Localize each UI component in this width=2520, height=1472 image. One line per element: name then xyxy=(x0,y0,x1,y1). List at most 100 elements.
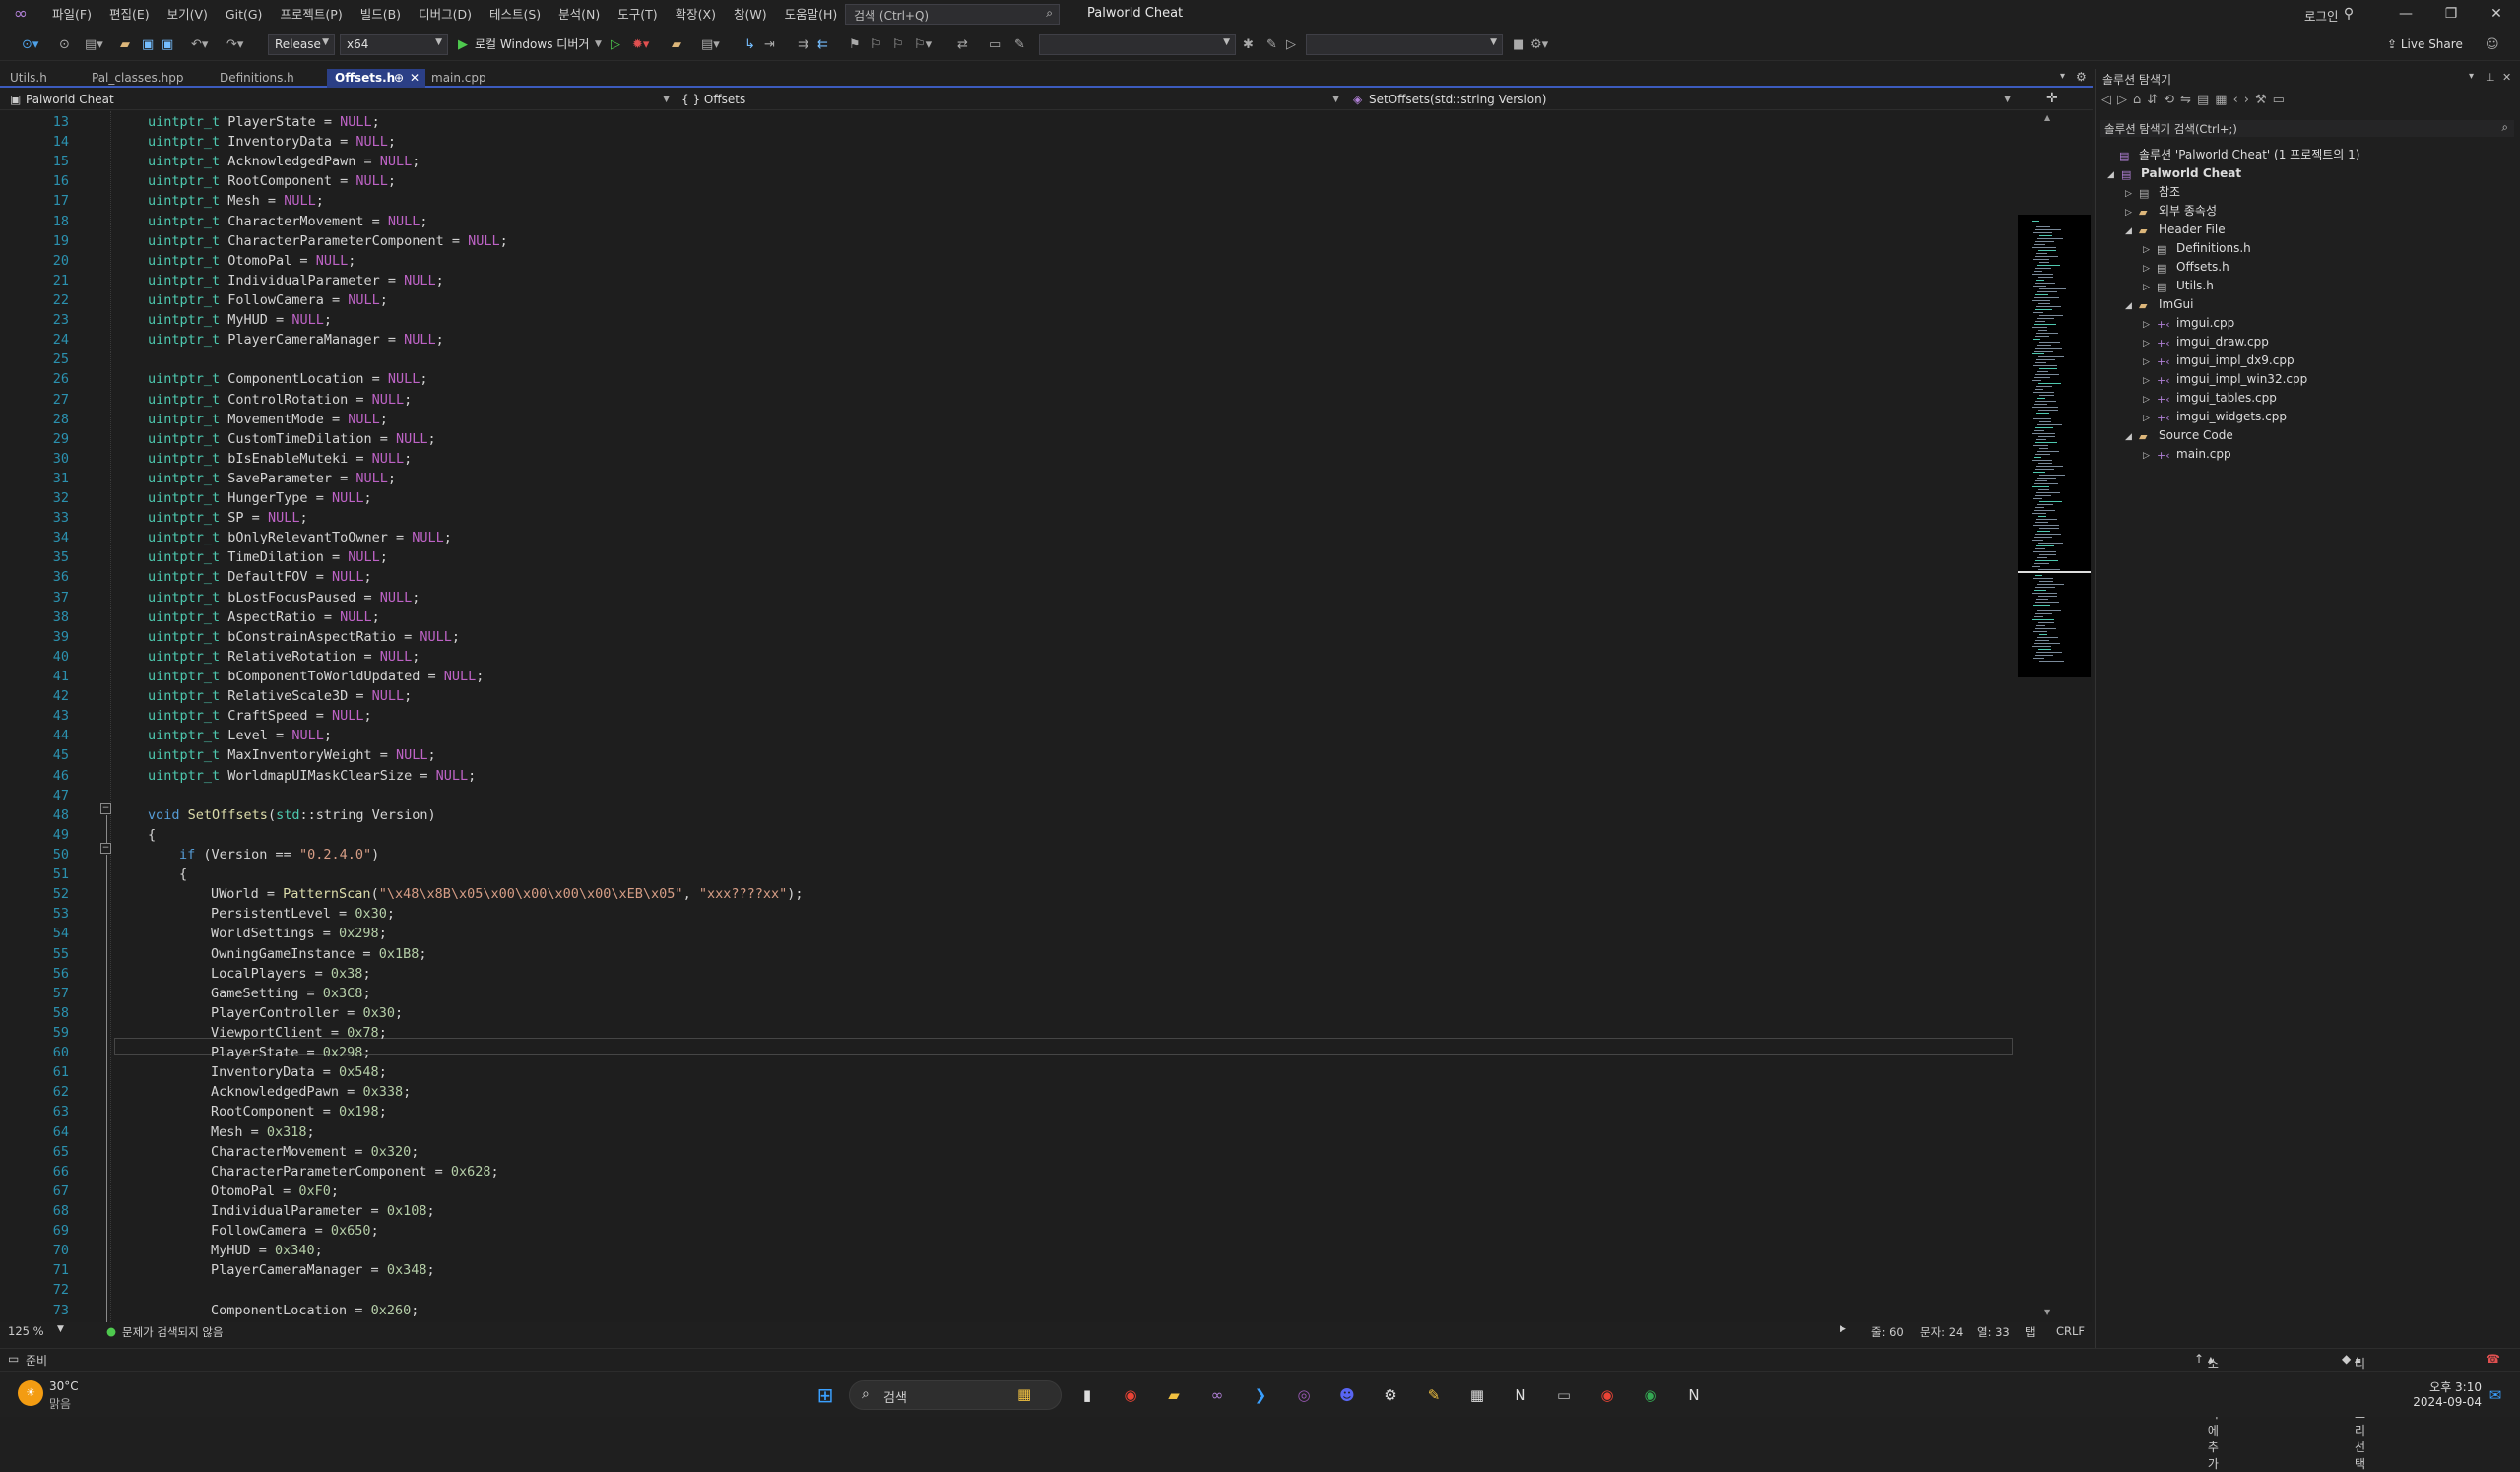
forward-icon[interactable]: ▷ xyxy=(2117,93,2133,107)
hot-reload-icon[interactable]: ✹▾ xyxy=(632,35,649,54)
code-line[interactable]: uintptr_t MaxInventoryWeight = NULL; xyxy=(148,747,436,763)
code-icon[interactable]: ‹› xyxy=(2233,93,2255,107)
code-line[interactable]: uintptr_t ComponentLocation = NULL; xyxy=(148,371,428,387)
imgui-folder-node[interactable]: ◢▰ImGui xyxy=(2125,295,2193,313)
search-input[interactable]: 검색 (Ctrl+Q) ⌕ xyxy=(845,4,1060,25)
tab-offsets-h[interactable]: Offsets.h ⊕ ✕ xyxy=(327,69,425,88)
menu-item-project[interactable]: 프로젝트(P) xyxy=(271,0,351,29)
minimize-button[interactable]: — xyxy=(2383,0,2428,29)
weather-icon[interactable]: ☀ xyxy=(18,1380,43,1406)
expand-arrow-icon[interactable]: ▷ xyxy=(2143,410,2157,427)
code-line[interactable]: uintptr_t SaveParameter = NULL; xyxy=(148,471,396,486)
clock-date[interactable]: 2024-09-04 xyxy=(2395,1395,2482,1409)
file-node[interactable]: ▷+‹imgui_impl_win32.cpp xyxy=(2143,370,2307,388)
tab-definitions-h[interactable]: Definitions.h xyxy=(212,69,302,88)
start-icon[interactable]: ⊞ xyxy=(813,1383,837,1407)
task-view-icon[interactable]: ▮ xyxy=(1075,1383,1099,1407)
clock-time[interactable]: 오후 3:10 xyxy=(2411,1378,2482,1395)
code-line[interactable]: OtomoPal = 0xF0; xyxy=(211,1184,339,1199)
outdent-icon[interactable]: ⇇ xyxy=(817,35,828,54)
code-line[interactable]: uintptr_t CharacterParameterComponent = … xyxy=(148,233,508,249)
discord-icon[interactable]: ☻ xyxy=(1335,1383,1359,1407)
code-editor[interactable]: − − 13uintptr_t PlayerState = NULL;14uin… xyxy=(0,111,2017,1322)
menu-item-test[interactable]: 테스트(S) xyxy=(481,0,549,29)
file-node[interactable]: ▷+‹imgui_widgets.cpp xyxy=(2143,408,2287,425)
expand-arrow-icon[interactable]: ▷ xyxy=(2143,241,2157,259)
run-icon[interactable]: ▶ xyxy=(458,35,468,54)
code-line[interactable]: { xyxy=(148,827,156,843)
scope-combo[interactable]: { } Offsets▼ xyxy=(679,92,1343,108)
redo-icon[interactable]: ↷▾ xyxy=(226,35,243,54)
project-combo[interactable]: ▣ Palworld Cheat▼ xyxy=(8,92,674,108)
code-line[interactable]: uintptr_t CraftSpeed = NULL; xyxy=(148,708,372,724)
code-line[interactable]: uintptr_t AspectRatio = NULL; xyxy=(148,609,380,625)
code-line[interactable]: GameSetting = 0x3C8; xyxy=(211,986,371,1001)
settings-icon[interactable]: ⚙▾ xyxy=(1530,35,1548,54)
code-line[interactable]: PlayerController = 0x30; xyxy=(211,1005,403,1021)
chrome-profile-icon[interactable]: ◉ xyxy=(1595,1383,1619,1407)
layout-icon[interactable]: ▤▾ xyxy=(701,35,720,54)
tab-list-icon[interactable]: ▾ xyxy=(2060,71,2065,82)
back-icon[interactable]: ◁ xyxy=(2101,93,2117,107)
code-line[interactable]: uintptr_t AcknowledgedPawn = NULL; xyxy=(148,154,420,169)
code-line[interactable]: CharacterParameterComponent = 0x628; xyxy=(211,1164,499,1180)
chrome-icon[interactable]: ◉ xyxy=(1119,1383,1142,1407)
code-line[interactable]: uintptr_t TimeDilation = NULL; xyxy=(148,549,388,565)
expand-arrow-icon[interactable]: ▷ xyxy=(2125,204,2139,222)
fold-icon[interactable]: − xyxy=(100,843,111,854)
header-folder-node[interactable]: ◢▰Header File xyxy=(2125,221,2226,238)
collapse-all-icon[interactable]: ▤ xyxy=(2197,93,2215,107)
platform-select[interactable]: x64▼ xyxy=(340,34,448,55)
file-node[interactable]: ▷+‹imgui.cpp xyxy=(2143,314,2234,332)
preview-icon[interactable]: ▭ xyxy=(2273,93,2291,107)
menu-item-edit[interactable]: 편집(E) xyxy=(100,0,159,29)
find-combo[interactable]: ▼ xyxy=(1039,34,1236,55)
back-icon[interactable]: ⊙▾ xyxy=(22,35,38,54)
tool-icon[interactable]: ✎ xyxy=(1422,1383,1446,1407)
close-tab-icon[interactable]: ✕ xyxy=(410,69,420,88)
file-node[interactable]: ▷▤Offsets.h xyxy=(2143,258,2229,276)
pin-icon[interactable]: ⚲ xyxy=(2334,0,2363,29)
scroll-up-icon[interactable]: ▲ xyxy=(2044,113,2050,122)
expand-arrow-icon[interactable]: ▷ xyxy=(2143,335,2157,352)
code-line[interactable]: RootComponent = 0x198; xyxy=(211,1104,387,1120)
expand-arrow-icon[interactable]: ◢ xyxy=(2107,166,2121,184)
sync-icon[interactable]: ⇋ xyxy=(2180,93,2197,107)
code-line[interactable]: uintptr_t bComponentToWorldUpdated = NUL… xyxy=(148,669,484,684)
show-all-files-icon[interactable]: ▦ xyxy=(2215,93,2232,107)
code-line[interactable]: AcknowledgedPawn = 0x338; xyxy=(211,1084,411,1100)
references-node[interactable]: ▷▤참조 xyxy=(2125,183,2180,201)
expand-arrow-icon[interactable]: ▷ xyxy=(2143,260,2157,278)
start-without-debug-icon[interactable]: ▷ xyxy=(611,35,620,54)
code-line[interactable]: UWorld = PatternScan("\x48\x8B\x05\x00\x… xyxy=(211,886,804,902)
bookmark-clear-icon[interactable]: ⚐▾ xyxy=(914,35,932,54)
tab-main-cpp[interactable]: main.cpp xyxy=(423,69,494,88)
eol-indicator[interactable]: CRLF xyxy=(2056,1324,2085,1338)
code-line[interactable]: if (Version == "0.2.4.0") xyxy=(179,847,379,863)
code-line[interactable]: uintptr_t MovementMode = NULL; xyxy=(148,412,388,427)
tab-pal-classes-hpp[interactable]: Pal_classes.hpp xyxy=(84,69,191,88)
code-line[interactable]: ComponentLocation = 0x260; xyxy=(211,1303,419,1318)
tab-settings-icon[interactable]: ⚙ xyxy=(2076,70,2087,84)
menu-item-debug[interactable]: 디버그(D) xyxy=(410,0,481,29)
close-button[interactable]: ✕ xyxy=(2474,0,2519,29)
repository-button[interactable]: ◆ 리포지토리 선택 ▴ xyxy=(2342,1352,2360,1366)
member-combo[interactable]: ◈ SetOffsets(std::string Version)▼ xyxy=(1351,92,2015,108)
code-line[interactable]: uintptr_t DefaultFOV = NULL; xyxy=(148,569,372,585)
minimap-viewport[interactable] xyxy=(2018,571,2091,677)
solution-node[interactable]: ▤솔루션 'Palworld Cheat' (1 프로젝트의 1) xyxy=(2105,146,2359,163)
new-project-icon[interactable]: ▤▾ xyxy=(85,35,103,54)
pen-icon[interactable]: ✎ xyxy=(1266,35,1277,54)
file-node[interactable]: ▷+‹main.cpp xyxy=(2143,445,2231,463)
expand-arrow-icon[interactable]: ◢ xyxy=(2125,223,2139,240)
expand-arrow-icon[interactable]: ▷ xyxy=(2143,353,2157,371)
code-line[interactable]: IndividualParameter = 0x108; xyxy=(211,1203,435,1219)
code-line[interactable]: uintptr_t MyHUD = NULL; xyxy=(148,312,332,328)
expand-arrow-icon[interactable]: ▷ xyxy=(2125,185,2139,203)
code-line[interactable]: PersistentLevel = 0x30; xyxy=(211,906,395,922)
code-line[interactable]: Mesh = 0x318; xyxy=(211,1124,315,1140)
zoom-dropdown-icon[interactable]: ▼ xyxy=(57,1324,64,1334)
scroll-right-icon[interactable]: ▶ xyxy=(1840,1324,1846,1334)
code-line[interactable]: uintptr_t FollowCamera = NULL; xyxy=(148,292,388,308)
properties-icon[interactable]: ⚒ xyxy=(2255,93,2273,107)
